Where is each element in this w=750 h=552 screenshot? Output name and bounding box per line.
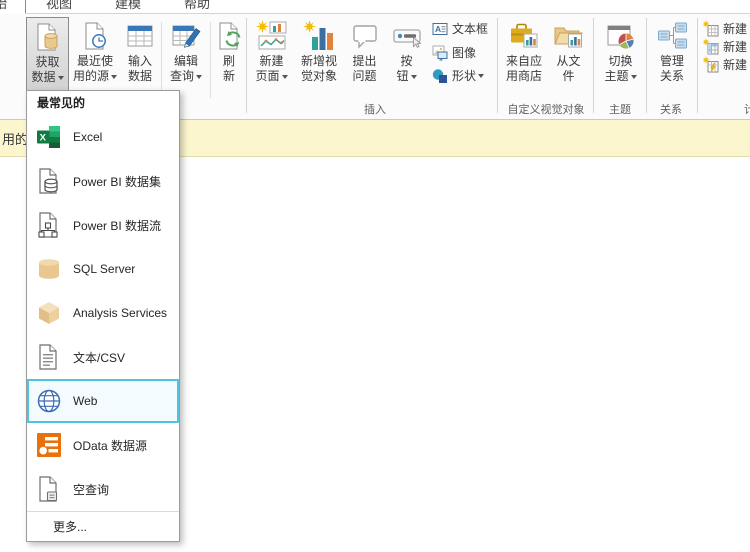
ask-question-button[interactable]: 提出 问题 [344, 17, 385, 91]
switch-theme-button[interactable]: 切换 主题 [599, 17, 642, 91]
sql-server-icon [35, 255, 63, 283]
manage-relationships-button[interactable]: 管理 关系 [651, 17, 693, 91]
enter-data-icon [124, 20, 156, 52]
new-quick-measure-icon [702, 56, 719, 73]
new-measure-icon [702, 20, 719, 37]
dropdown-item-sql-server[interactable]: SQL Server [27, 247, 179, 291]
dropdown-caret-icon [282, 75, 288, 79]
button-label-line1: 获取 [27, 55, 68, 70]
separator [161, 22, 162, 98]
selected-tab-border [25, 0, 26, 13]
buttons-icon [391, 20, 423, 52]
from-file-button[interactable]: 从文 件 [549, 17, 588, 91]
buttons-button[interactable]: 按 钮 [388, 17, 425, 91]
group-label-themes: 主题 [598, 101, 642, 117]
group-separator [646, 18, 647, 113]
dropdown-caret-icon [478, 74, 484, 78]
powerbi-window: { "tabs": { "selected_partial": "始", "it… [0, 0, 750, 552]
tab-view[interactable]: 视图 [46, 0, 72, 12]
excel-icon: X [35, 123, 63, 151]
group-label-relationships: 关系 [648, 101, 694, 117]
dropdown-item-text-csv[interactable]: 文本/CSV [27, 335, 179, 379]
shapes-icon [432, 68, 448, 84]
edit-queries-button[interactable]: 编辑 查询 [164, 17, 208, 91]
new-visual-icon [303, 20, 335, 52]
group-label-calculations-partial: 计算 [744, 101, 750, 117]
refresh-button[interactable]: 刷 新 [214, 17, 244, 91]
recent-sources-icon [79, 20, 111, 52]
powerbi-dataflow-icon [35, 211, 63, 239]
dropdown-item-odata[interactable]: OData 数据源 [27, 423, 179, 467]
image-icon [432, 45, 448, 61]
text-box-icon: A [432, 21, 448, 37]
manage-relationships-icon [656, 20, 688, 52]
analysis-services-icon [35, 299, 63, 327]
new-column-button[interactable]: 新建 [702, 38, 747, 55]
odata-icon [35, 431, 63, 459]
group-separator [246, 18, 247, 113]
group-separator [593, 18, 594, 113]
group-separator [697, 18, 698, 113]
tab-modeling[interactable]: 建模 [115, 0, 141, 12]
separator [210, 22, 211, 98]
group-separator [497, 18, 498, 113]
text-box-button[interactable]: A 文本框 [432, 20, 488, 37]
recent-sources-button[interactable]: 最近使 用的源 [71, 17, 119, 91]
enter-data-button[interactable]: 输入 数据 [121, 17, 159, 91]
dropdown-item-blank-query[interactable]: 空查询 [27, 467, 179, 511]
text-csv-icon [35, 343, 63, 371]
web-globe-icon [35, 387, 63, 415]
dropdown-item-label: Excel [73, 130, 102, 144]
group-label-custom-visuals: 自定义视觉对象 [500, 101, 592, 117]
ask-question-icon [349, 20, 381, 52]
shapes-button[interactable]: 形状 [432, 67, 484, 84]
dropdown-item-analysis-services[interactable]: Analysis Services [27, 291, 179, 335]
get-data-icon [32, 21, 64, 53]
powerbi-dataset-icon [35, 167, 63, 195]
get-data-button[interactable]: 获取 数据 [26, 17, 69, 91]
from-marketplace-button[interactable]: 来自应 用商店 [501, 17, 547, 91]
dropdown-caret-icon [58, 76, 64, 80]
dropdown-item-powerbi-dataflow[interactable]: Power BI 数据流 [27, 203, 179, 247]
tab-help[interactable]: 帮助 [184, 0, 210, 12]
get-data-dropdown: 最常见的 X Excel Power BI 数据集 [26, 90, 180, 542]
ribbon-tab-row: 始 视图 建模 帮助 [0, 0, 750, 13]
svg-text:X: X [40, 133, 47, 144]
refresh-icon [214, 20, 246, 52]
dropdown-caret-icon [631, 75, 637, 79]
dropdown-header: 最常见的 [27, 91, 179, 115]
dropdown-caret-icon [196, 75, 202, 79]
new-page-button[interactable]: 新建 页面 [250, 17, 293, 91]
dropdown-caret-icon [411, 75, 417, 79]
dropdown-item-web[interactable]: Web [27, 379, 179, 423]
dropdown-item-powerbi-dataset[interactable]: Power BI 数据集 [27, 159, 179, 203]
new-quick-measure-button[interactable]: 新建 [702, 56, 747, 73]
new-page-icon [256, 20, 288, 52]
new-measure-button[interactable]: 新建 [702, 20, 747, 37]
switch-theme-icon [605, 20, 637, 52]
dropdown-more-item[interactable]: 更多... [27, 511, 179, 541]
from-file-icon [553, 20, 585, 52]
notification-text-partial: 用的 [2, 129, 26, 148]
dropdown-item-excel[interactable]: X Excel [27, 115, 179, 159]
blank-query-icon [35, 475, 63, 503]
new-visual-button[interactable]: 新增视 觉对象 [296, 17, 342, 91]
dropdown-caret-icon [111, 75, 117, 79]
new-column-icon [702, 38, 719, 55]
image-button[interactable]: 图像 [432, 44, 476, 61]
svg-text:A: A [435, 24, 441, 34]
group-label-insert: 插入 [340, 101, 410, 117]
tab-home-partial[interactable]: 始 [0, 0, 7, 12]
button-label-line2: 数据 [27, 70, 68, 85]
edit-queries-icon [170, 20, 202, 52]
from-marketplace-icon [508, 20, 540, 52]
